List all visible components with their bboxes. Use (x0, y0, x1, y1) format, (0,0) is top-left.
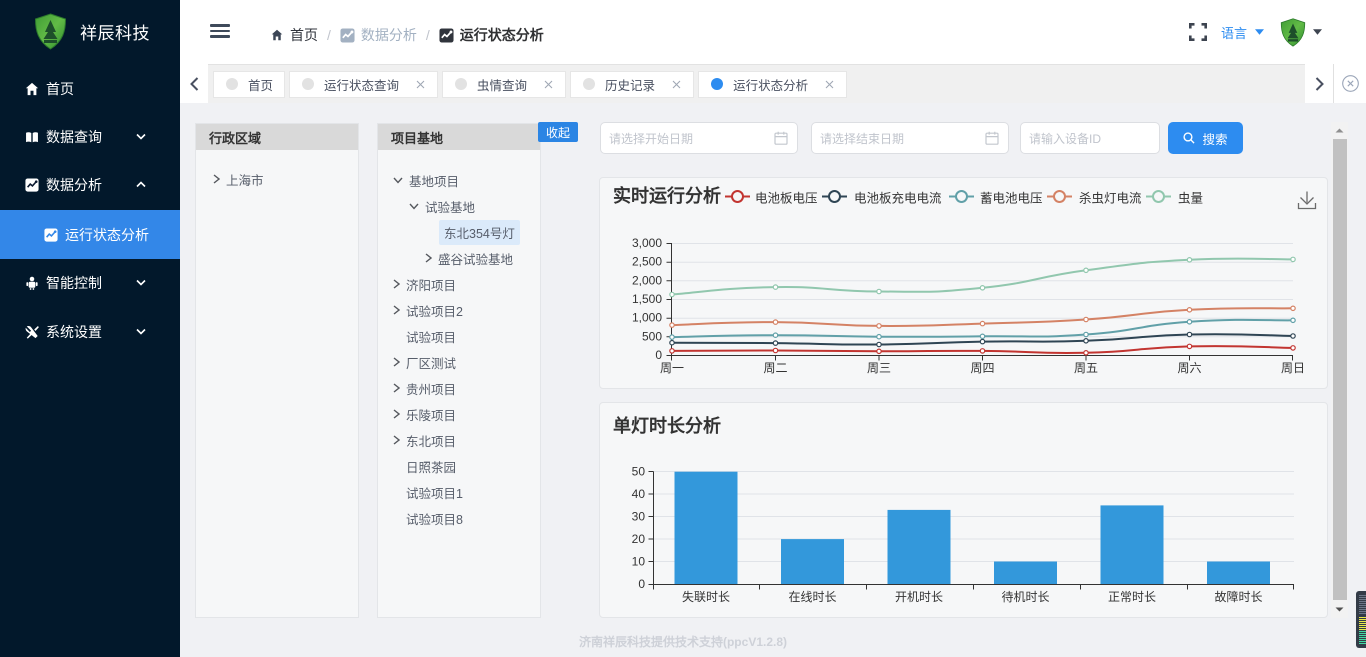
svg-text:周二: 周二 (763, 361, 787, 375)
svg-text:开机时长: 开机时长 (895, 590, 943, 604)
svg-text:50: 50 (632, 465, 646, 479)
svg-text:1,500: 1,500 (632, 292, 662, 306)
svg-text:1,000: 1,000 (632, 311, 662, 325)
svg-text:电池板电压: 电池板电压 (755, 192, 818, 206)
svg-text:待机时长: 待机时长 (1001, 590, 1049, 604)
svg-text:蓄电池电压: 蓄电池电压 (980, 192, 1043, 206)
svg-text:30: 30 (632, 510, 646, 524)
svg-text:故障时长: 故障时长 (1214, 589, 1262, 604)
svg-text:失联时长: 失联时长 (682, 589, 730, 604)
svg-text:周日: 周日 (1281, 361, 1305, 375)
svg-text:10: 10 (632, 555, 646, 569)
svg-text:虫量: 虫量 (1178, 192, 1203, 206)
svg-text:500: 500 (642, 329, 662, 343)
svg-text:周五: 周五 (1074, 361, 1098, 375)
svg-text:2,500: 2,500 (632, 255, 662, 269)
svg-text:3,000: 3,000 (632, 236, 662, 250)
svg-text:2,000: 2,000 (632, 273, 662, 287)
svg-text:正常时长: 正常时长 (1108, 590, 1156, 604)
svg-text:在线时长: 在线时长 (788, 590, 836, 604)
svg-text:电池板充电电流: 电池板充电电流 (854, 191, 942, 206)
svg-text:杀虫灯电流: 杀虫灯电流 (1079, 191, 1142, 206)
svg-text:40: 40 (632, 487, 646, 501)
svg-text:周一: 周一 (660, 361, 684, 375)
svg-text:周三: 周三 (867, 361, 891, 375)
svg-text:周六: 周六 (1177, 361, 1201, 375)
svg-text:实时运行分析: 实时运行分析 (613, 185, 721, 206)
svg-text:0: 0 (655, 348, 662, 362)
svg-text:周四: 周四 (970, 361, 994, 375)
svg-text:20: 20 (632, 532, 646, 546)
svg-text:单灯时长分析: 单灯时长分析 (613, 415, 721, 436)
svg-text:0: 0 (638, 577, 645, 591)
